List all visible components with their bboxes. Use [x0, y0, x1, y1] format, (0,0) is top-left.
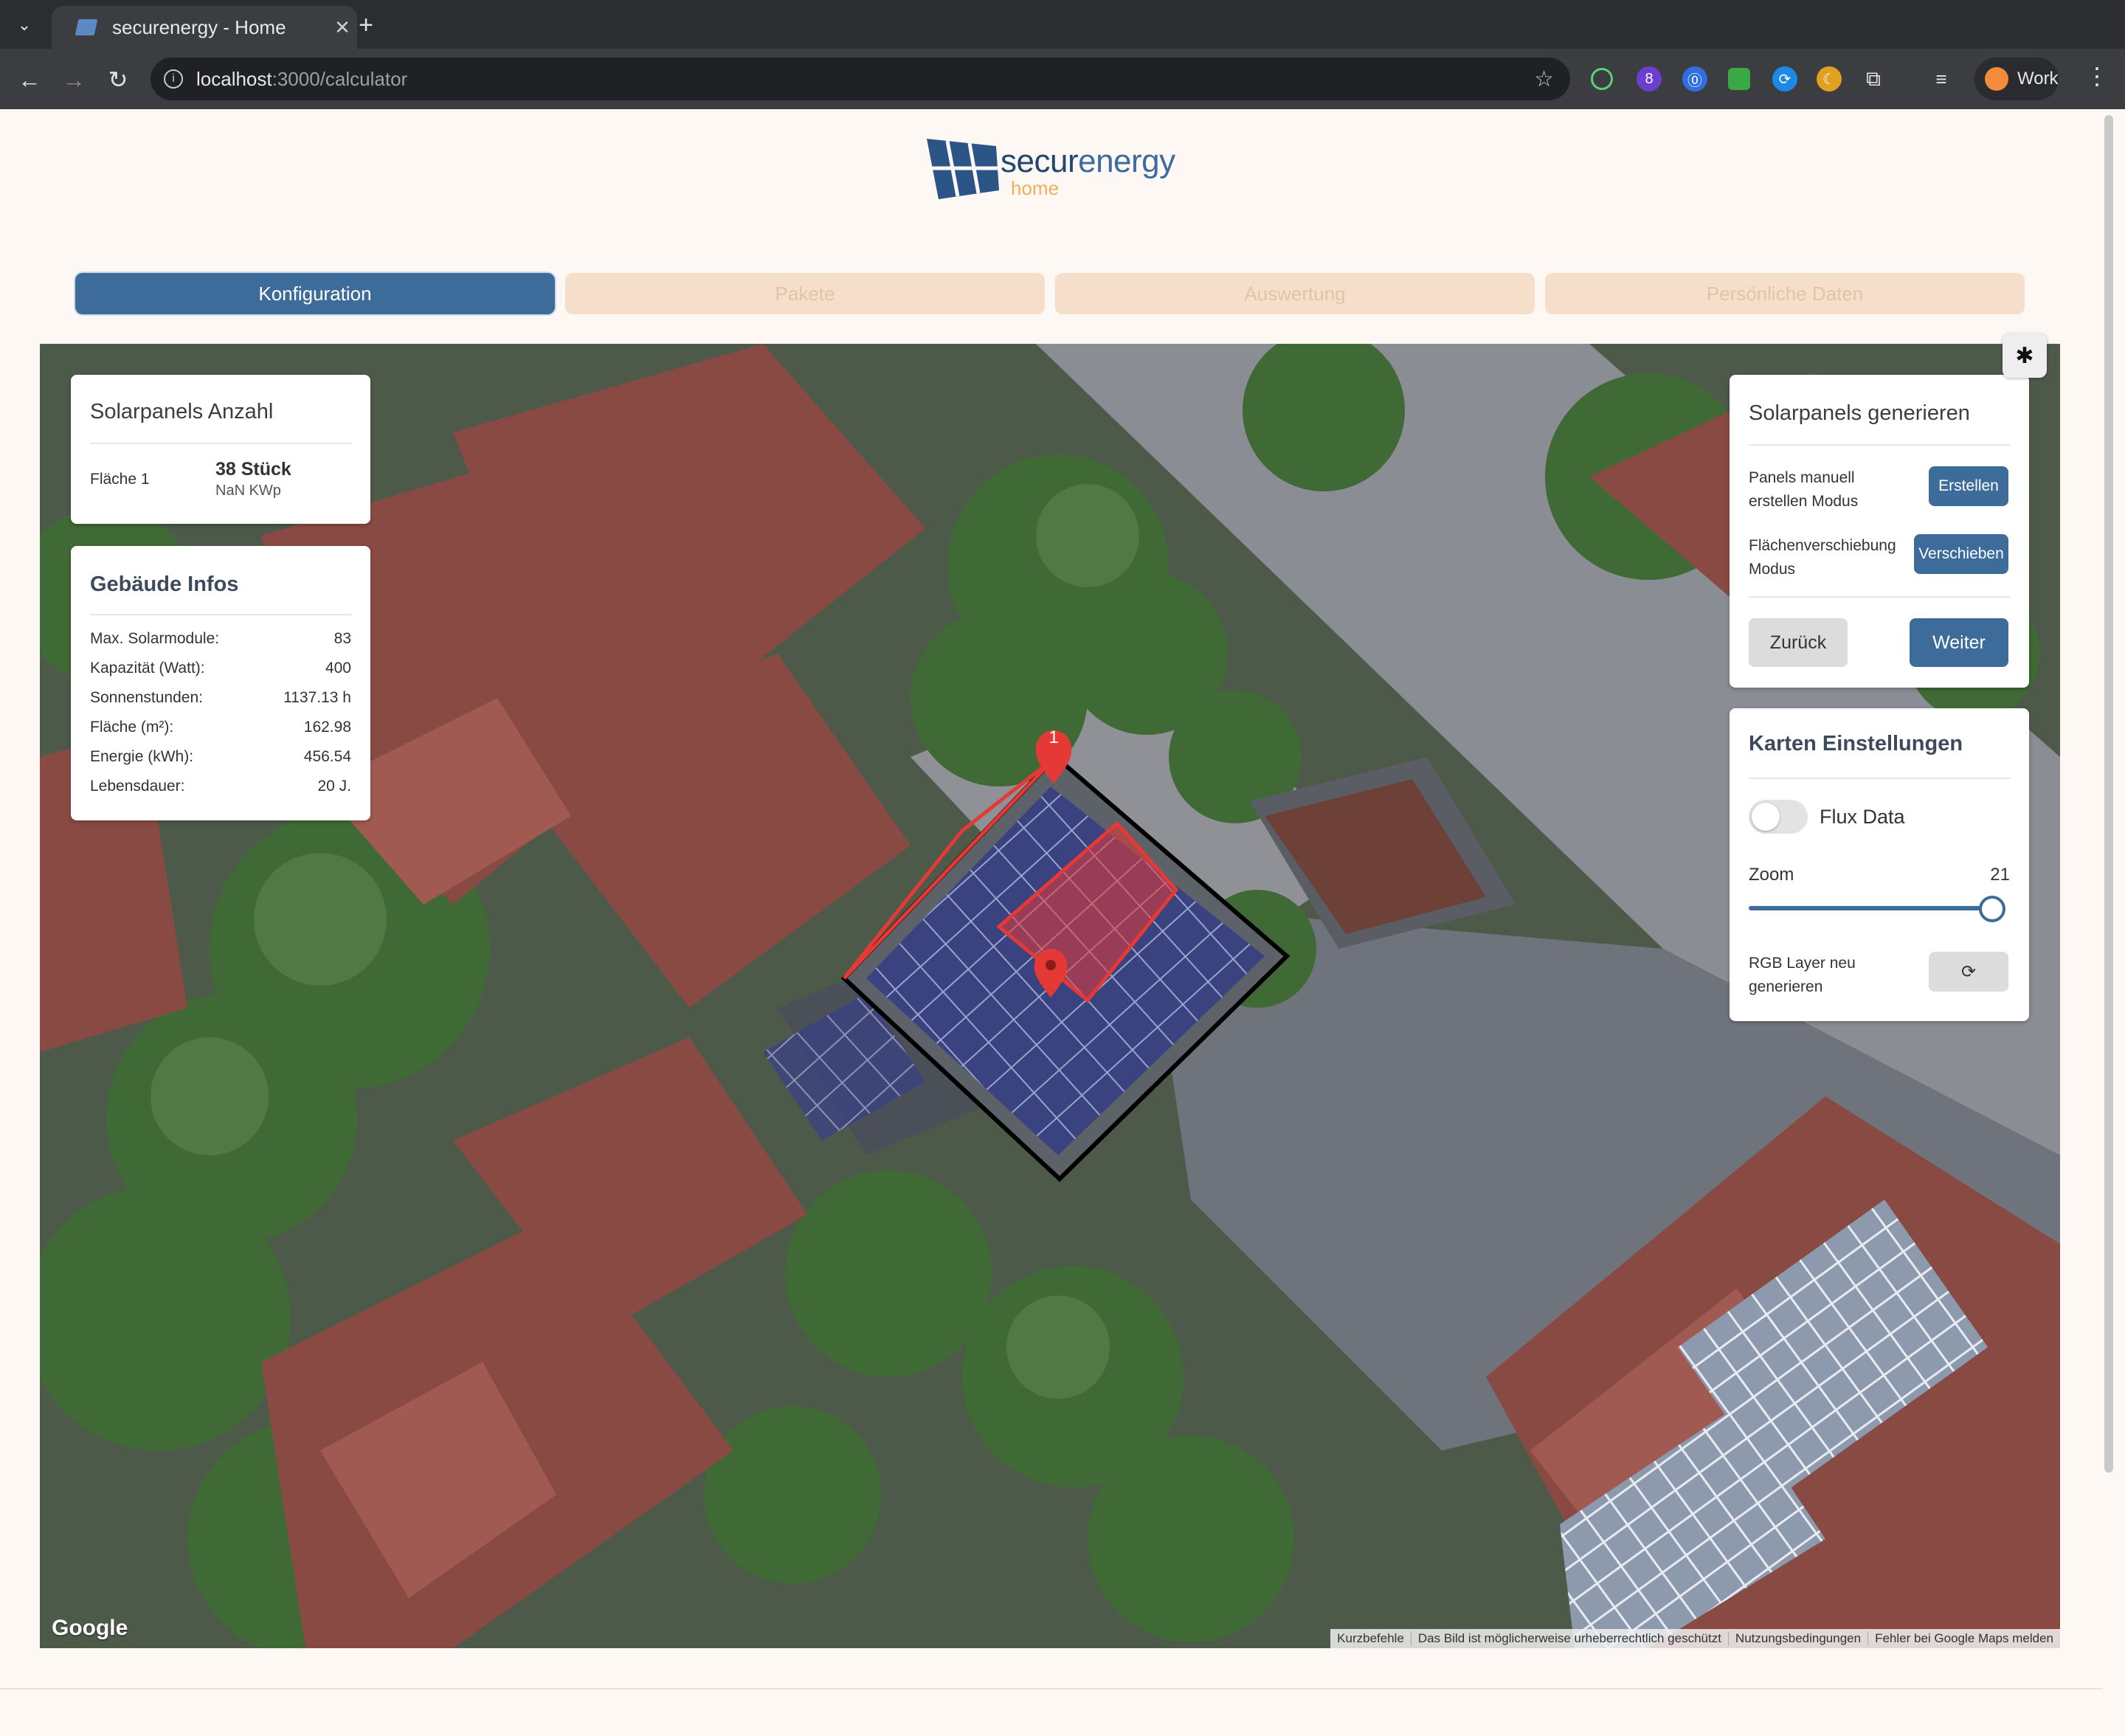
building-info-title: Gebäude Infos	[90, 573, 239, 596]
brand-name: securenergy	[1001, 143, 1175, 180]
address-bar[interactable]: i localhost:3000/calculator ☆	[151, 58, 1570, 100]
building-info-card: Gebäude Infos Max. Solarmodule: 83 Kapazi…	[71, 546, 370, 820]
row-label: Energie (kWh):	[90, 748, 194, 765]
back-button[interactable]: Zurück	[1749, 618, 1848, 667]
refresh-icon[interactable]: ⟳	[1929, 952, 2008, 992]
step-konfiguration[interactable]: Konfiguration	[75, 273, 555, 314]
moon-extension-icon[interactable]: ☾	[1817, 66, 1842, 91]
row-value: 456.54	[303, 748, 351, 765]
generate-panels-card: Solarpanels generieren Panels manuell er…	[1730, 375, 2029, 688]
page-scrollbar[interactable]	[2104, 115, 2113, 1473]
step-auswertung[interactable]: Auswertung	[1055, 273, 1535, 314]
panel-count-title: Solarpanels Anzahl	[90, 400, 274, 423]
create-button[interactable]: Erstellen	[1929, 466, 2008, 506]
step-persoenliche-daten[interactable]: Persönliche Daten	[1545, 273, 2025, 314]
media-icon[interactable]: ≡	[1929, 66, 1954, 91]
flux-label: Flux Data	[1820, 806, 1905, 828]
row-value: 162.98	[303, 719, 351, 736]
tab-title: securenergy - Home	[112, 15, 286, 38]
site-info-icon[interactable]: i	[164, 69, 183, 89]
rgb-layer-label: RGB Layer neu generieren	[1749, 955, 1856, 995]
panel-count-value: 38 Stück	[215, 459, 291, 480]
tab-search-icon[interactable]: ⌄	[9, 10, 40, 40]
password-manager-icon[interactable]: ⓪	[1682, 66, 1707, 91]
footer-divider	[0, 1688, 2103, 1690]
profile-avatar-icon	[1985, 67, 2008, 91]
kebab-menu-icon[interactable]: ⋮	[2082, 62, 2112, 90]
map-settings-title: Karten Einstellungen	[1749, 732, 1963, 755]
brand-name-part-b: energy	[1078, 143, 1175, 179]
building-row: Sonnenstunden: 1137.13 h	[90, 689, 351, 707]
browser-tab-bar: ⌄ securenergy - Home ✕ +	[0, 0, 2125, 49]
wizard-steps: Konfiguration Pakete Auswertung Persönli…	[75, 273, 2026, 314]
manual-mode-label: Panels manuell erstellen Modus	[1749, 469, 1859, 510]
next-button[interactable]: Weiter	[1910, 618, 2008, 667]
google-logo: Google	[52, 1616, 128, 1640]
solar-panel-logo-icon	[927, 139, 999, 199]
row-value: 400	[325, 660, 351, 677]
row-label: Fläche (m²):	[90, 719, 174, 736]
back-icon[interactable]: ←	[10, 60, 49, 99]
row-value: 83	[334, 630, 351, 647]
map-attribution: Kurzbefehle Das Bild ist möglicherweise …	[1330, 1629, 2060, 1648]
forward-icon[interactable]: →	[55, 60, 93, 99]
sync-extension-icon[interactable]: ⟳	[1772, 66, 1797, 91]
debug-bug-icon[interactable]: ✱	[2003, 333, 2047, 378]
building-row: Fläche (m²): 162.98	[90, 719, 351, 736]
row-value: 20 J.	[317, 778, 351, 795]
profile-button[interactable]: Work	[1974, 58, 2059, 100]
building-row: Lebensdauer: 20 J.	[90, 778, 351, 795]
panel-count-card: Solarpanels Anzahl Fläche 1 38 Stück NaN…	[71, 375, 370, 524]
flux-toggle[interactable]	[1749, 800, 1808, 834]
satellite-map[interactable]: 1 Google Kurzbefehle Das Bild ist möglic…	[40, 344, 2060, 1648]
zoom-label: Zoom	[1749, 865, 1794, 885]
bookmark-star-icon[interactable]: ☆	[1534, 66, 1554, 92]
building-row: Energie (kWh): 456.54	[90, 748, 351, 766]
panel-power-value: NaN KWp	[215, 483, 281, 499]
extension-badge-count: 8	[1645, 70, 1654, 87]
step-pakete[interactable]: Pakete	[565, 273, 1045, 314]
new-tab-icon[interactable]: +	[350, 9, 382, 41]
shift-button[interactable]: Verschieben	[1914, 534, 2008, 574]
profile-label: Work	[2017, 69, 2059, 89]
attrib-report[interactable]: Fehler bei Google Maps melden	[1867, 1631, 2060, 1646]
attrib-shortcuts[interactable]: Kurzbefehle	[1330, 1631, 1411, 1646]
attrib-terms[interactable]: Nutzungsbedingungen	[1727, 1631, 1867, 1646]
zoom-slider-track[interactable]	[1749, 906, 1997, 910]
row-value: 1137.13 h	[283, 689, 351, 706]
building-row: Kapazität (Watt): 400	[90, 660, 351, 677]
row-label: Max. Solarmodule:	[90, 630, 220, 647]
marker-label[interactable]: 1	[1036, 727, 1071, 748]
browser-toolbar: ← → ↻ i localhost:3000/calculator ☆ 8 ⓪ …	[0, 49, 2125, 109]
row-label: Lebensdauer:	[90, 778, 185, 795]
reload-icon[interactable]: ↻	[99, 60, 137, 99]
url-path: :3000/calculator	[272, 67, 408, 90]
shift-mode-label: Flächenverschiebung Modus	[1749, 537, 1896, 578]
android-extension-icon[interactable]	[1728, 68, 1750, 90]
brand-sub: home	[1011, 177, 1060, 199]
generate-title: Solarpanels generieren	[1749, 401, 1970, 425]
map-settings-card: Karten Einstellungen Flux Data Zoom 21 R…	[1730, 708, 2029, 1021]
extension-badge-icon[interactable]: 8	[1637, 66, 1662, 91]
attrib-copyright: Das Bild ist möglicherweise urheberrecht…	[1410, 1631, 1728, 1646]
extensions-icon[interactable]: ⧉	[1861, 66, 1886, 91]
zoom-value: 21	[1990, 865, 2010, 885]
zoom-slider-thumb[interactable]	[1979, 896, 2005, 922]
area-label: Fläche 1	[90, 471, 150, 488]
building-row: Max. Solarmodule: 83	[90, 630, 351, 648]
brand-logo[interactable]: securenergy home	[925, 136, 1176, 202]
browser-tab[interactable]: securenergy - Home ✕	[52, 6, 357, 49]
url-host: localhost	[196, 67, 272, 90]
favicon-icon	[75, 19, 98, 35]
brand-name-part-a: secur	[1001, 143, 1079, 179]
row-label: Sonnenstunden:	[90, 689, 203, 706]
toggle-knob	[1752, 803, 1780, 831]
extension-target-icon[interactable]	[1591, 68, 1613, 90]
row-label: Kapazität (Watt):	[90, 660, 205, 677]
